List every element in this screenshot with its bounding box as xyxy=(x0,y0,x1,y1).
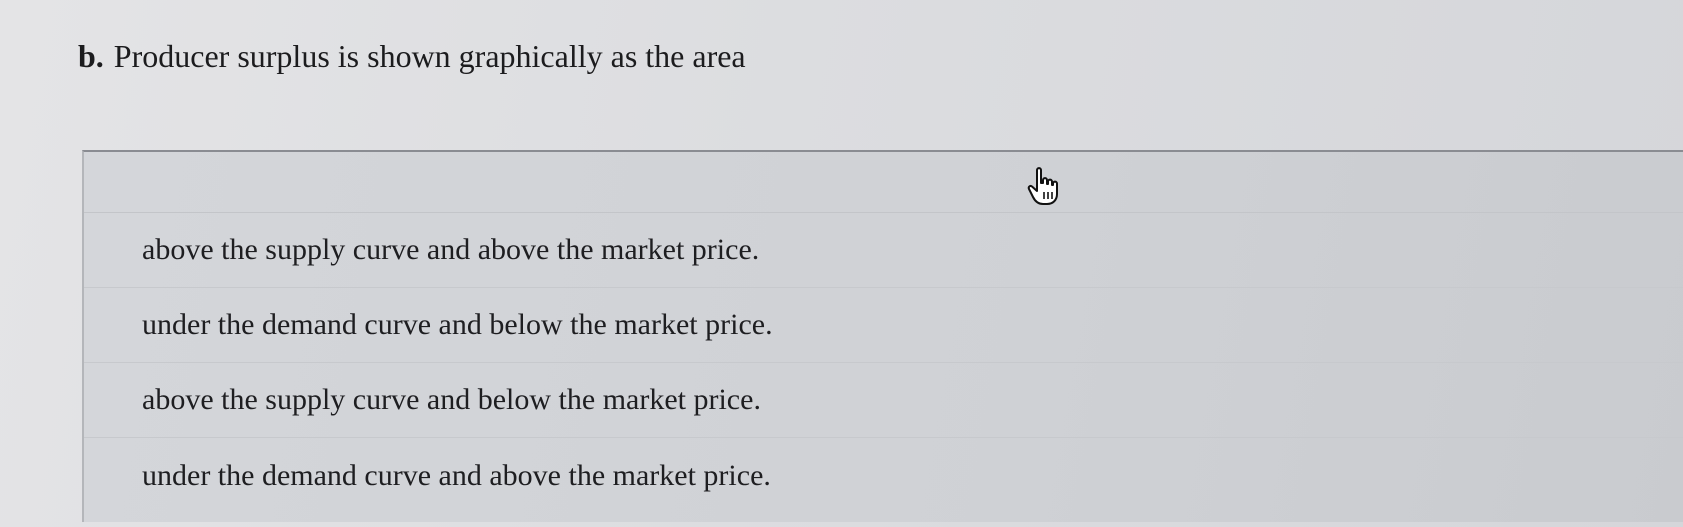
dropdown-selected-value[interactable] xyxy=(84,152,1683,213)
dropdown-option[interactable]: above the supply curve and above the mar… xyxy=(84,213,1683,288)
question-text: Producer surplus is shown graphically as… xyxy=(113,38,746,74)
option-label: under the demand curve and above the mar… xyxy=(142,458,771,492)
question-letter: b. xyxy=(78,38,104,74)
option-label: above the supply curve and below the mar… xyxy=(142,383,761,416)
dropdown-option[interactable]: under the demand curve and below the mar… xyxy=(84,288,1683,363)
answer-dropdown[interactable]: above the supply curve and above the mar… xyxy=(82,150,1683,522)
hand-pointer-icon xyxy=(1027,167,1058,205)
option-label: above the supply curve and above the mar… xyxy=(142,233,760,266)
dropdown-option[interactable]: above the supply curve and below the mar… xyxy=(84,363,1683,438)
dropdown-option[interactable]: under the demand curve and above the mar… xyxy=(84,438,1683,513)
question-prompt: b. Producer surplus is shown graphically … xyxy=(78,36,746,76)
option-label: under the demand curve and below the mar… xyxy=(142,308,773,341)
dropdown-options-list: above the supply curve and above the mar… xyxy=(84,213,1683,513)
